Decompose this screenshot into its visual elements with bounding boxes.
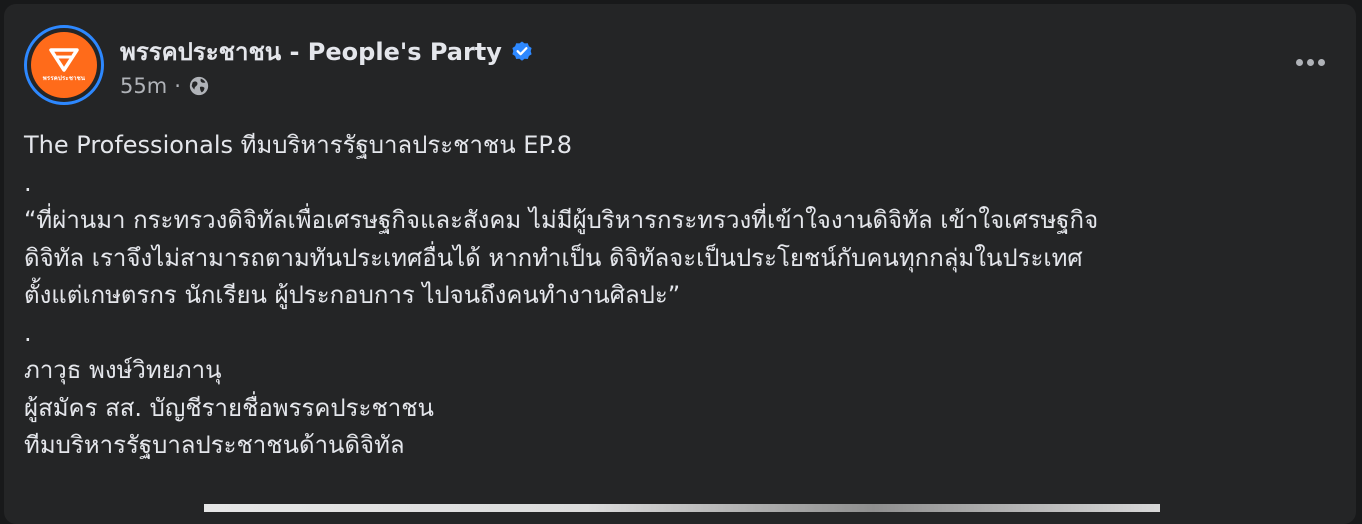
- post-meta: 55m ·: [120, 74, 210, 98]
- verified-badge-icon: [512, 41, 532, 61]
- post-image[interactable]: [204, 504, 1160, 512]
- post-text: The Professionals ทีมบริหารรัฐบาลประชาชน…: [24, 127, 1334, 465]
- page-name-link[interactable]: พรรคประชาชน - People's Party: [120, 32, 502, 71]
- avatar-logo-text: พรรคประชาชน: [42, 74, 86, 82]
- quote-line: “ที่ผ่านมา กระทรวงดิจิทัลเพื่อเศรษฐกิจแล…: [24, 206, 1099, 234]
- party-logo-icon: [49, 47, 79, 72]
- quote-line: ดิจิทัล เราจึงไม่สามารถตามทันประเทศอื่นไ…: [24, 243, 1083, 272]
- post-card: พรรคประชาชน พรรคประชาชน - People's Party…: [4, 4, 1356, 524]
- quote-line: ตั้งแต่เกษตรกร นักเรียน ผู้ประกอบการ ไปจ…: [24, 281, 681, 309]
- candidate-role: ผู้สมัคร สส. บัญชีรายชื่อพรรคประชาชน: [24, 393, 434, 422]
- candidate-team: ทีมบริหารรัฐบาลประชาชนด้านดิจิทัล: [24, 431, 405, 459]
- more-options-icon: [1295, 58, 1303, 66]
- post-title-line: The Professionals ทีมบริหารรัฐบาลประชาชน…: [24, 131, 573, 159]
- globe-icon[interactable]: [188, 75, 210, 97]
- post-header: พรรคประชาชน - People's Party: [120, 32, 534, 71]
- candidate-name: ภาวุธ พงษ์วิทยภานุ: [24, 356, 222, 384]
- post-separator-dot: .: [24, 168, 32, 197]
- more-options-button[interactable]: [1290, 48, 1330, 76]
- party-logo: พรรคประชาชน: [31, 32, 97, 98]
- post-separator-dot: .: [24, 318, 32, 347]
- post-timestamp[interactable]: 55m: [120, 74, 167, 98]
- page-avatar[interactable]: พรรคประชาชน: [24, 25, 104, 105]
- meta-separator: ·: [174, 74, 181, 98]
